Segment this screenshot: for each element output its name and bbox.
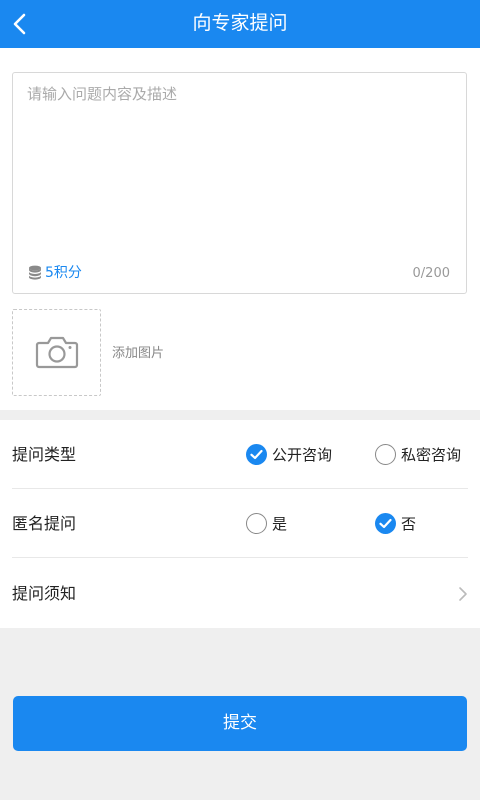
- notice-label: 提问须知: [12, 584, 77, 603]
- question-input[interactable]: [27, 83, 452, 233]
- anonymous-no-label: 否: [401, 514, 417, 533]
- radio-checked-icon: [375, 512, 396, 534]
- radio-checked-icon: [246, 443, 267, 465]
- anonymous-yes-option[interactable]: 是: [246, 512, 287, 534]
- chevron-right-icon: [459, 587, 467, 601]
- anonymous-no-option[interactable]: 否: [375, 512, 416, 534]
- anonymous-label: 匿名提问: [12, 514, 77, 533]
- add-photo-label: 添加图片: [112, 346, 165, 361]
- public-consult-label: 公开咨询: [272, 445, 333, 464]
- points-label: 5积分: [45, 265, 82, 281]
- private-consult-option[interactable]: 私密咨询: [375, 443, 461, 465]
- anonymous-row: 匿名提问 是 否: [0, 489, 480, 558]
- radio-unchecked-icon: [246, 512, 267, 534]
- anonymous-yes-label: 是: [272, 514, 288, 533]
- notice-row[interactable]: 提问须知: [0, 559, 480, 628]
- options-panel: 提问类型 公开咨询 私密咨询 匿名提问 是 否 提问须知: [0, 420, 480, 628]
- question-panel: 5积分 0/200 添加图片: [0, 48, 480, 410]
- radio-unchecked-icon: [375, 443, 396, 465]
- question-type-row: 提问类型 公开咨询 私密咨询: [0, 420, 480, 489]
- private-consult-label: 私密咨询: [401, 445, 462, 464]
- divider: [12, 557, 468, 558]
- coin-stack-icon: [28, 265, 42, 280]
- question-type-label: 提问类型: [12, 445, 77, 464]
- camera-icon: [35, 336, 79, 369]
- public-consult-option[interactable]: 公开咨询: [246, 443, 332, 465]
- add-photo-button[interactable]: [12, 309, 101, 396]
- points-indicator: 5积分: [27, 262, 82, 282]
- nav-bar: 向专家提问: [0, 0, 480, 48]
- char-counter: 0/200: [412, 266, 450, 281]
- question-box: 5积分 0/200: [12, 72, 467, 294]
- page-title: 向专家提问: [192, 12, 288, 34]
- submit-button[interactable]: 提交: [13, 696, 467, 751]
